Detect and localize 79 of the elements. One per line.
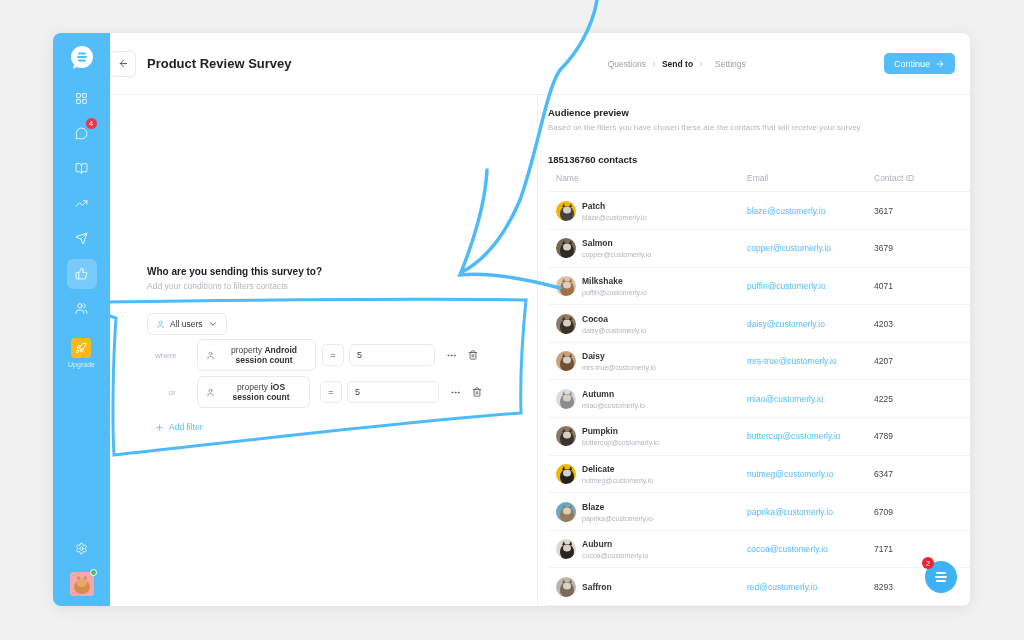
book-icon: [75, 162, 88, 175]
segment-dropdown[interactable]: All users: [147, 313, 227, 335]
contact-id: 7171: [874, 544, 894, 555]
arrow-right-icon: [935, 58, 945, 69]
contact-id: 3617: [874, 205, 894, 216]
contact-id: 4225: [874, 393, 894, 404]
email-link[interactable]: daisy@customerly.io: [747, 318, 874, 329]
contact-name: Pumpkin: [582, 426, 619, 437]
email-link[interactable]: buttercup@customerly.io: [747, 431, 874, 442]
sidebar-item[interactable]: 4: [66, 118, 97, 149]
contact-name: Autumn: [582, 388, 616, 399]
gear-icon: [75, 542, 88, 555]
contact-name: Patch: [582, 200, 607, 211]
value-field[interactable]: 5: [349, 344, 435, 366]
operator-selector[interactable]: =: [322, 344, 344, 366]
contact-name: Salmon: [582, 238, 614, 249]
contact-id: 6347: [874, 468, 894, 479]
online-status-dot: [89, 569, 97, 576]
column-header: Email: [747, 173, 770, 184]
breadcrumb-step[interactable]: Questions: [607, 58, 646, 69]
contact-id: 4789: [874, 431, 894, 442]
notification-badge: 4: [85, 117, 97, 129]
dashboard-icon: [75, 92, 88, 105]
contact-name: Milkshake: [582, 275, 624, 286]
email-link[interactable]: blaze@customerly.io: [747, 205, 874, 216]
contact-id: 4071: [874, 280, 894, 291]
plus-icon: [155, 422, 164, 432]
section-title: Who are you sending this survey to?: [147, 266, 324, 277]
connector-label: where: [154, 350, 178, 360]
add-filter-button[interactable]: Add filter: [155, 422, 203, 432]
breadcrumb-step[interactable]: Send to: [661, 58, 694, 69]
column-header: Contact ID: [874, 173, 916, 184]
contact-name: Daisy: [582, 351, 606, 362]
user-icon: [206, 387, 215, 397]
email-link[interactable]: mrs-true@customerly.io: [747, 356, 874, 367]
trend-icon: [75, 197, 88, 210]
contact-name: Auburn: [582, 539, 614, 550]
send-icon: [75, 232, 88, 245]
continue-button[interactable]: Continue: [883, 53, 955, 74]
preview-title: Audience preview: [548, 107, 630, 118]
contact-id: 3679: [874, 243, 894, 254]
contact-id: 4203: [874, 318, 894, 329]
email-link[interactable]: cocoa@customerly.io: [747, 544, 874, 555]
property-selector[interactable]: property Android session count: [197, 339, 316, 371]
contact-id: 4207: [874, 356, 894, 367]
email-link[interactable]: red@customerly.io: [747, 581, 874, 592]
contact-id: 6709: [874, 506, 894, 517]
email-link[interactable]: puffin@customerly.io: [747, 280, 874, 291]
breadcrumb-step[interactable]: Settings: [715, 58, 746, 69]
arrow-left-icon: [117, 58, 129, 69]
chat-lines-icon: [934, 571, 948, 583]
thumbs-up-icon: [75, 267, 88, 280]
sidebar-item[interactable]: [66, 258, 97, 289]
operator-selector[interactable]: =: [320, 381, 342, 403]
chevron-down-icon: [207, 319, 218, 329]
email-link[interactable]: paprika@customerly.io: [747, 506, 874, 517]
section-hint: Add your conditions to filters contacts: [147, 281, 289, 291]
email-link[interactable]: nutmeg@customerly.io: [747, 468, 874, 479]
contact-name: Blaze: [582, 501, 606, 512]
contact-name: Cocoa: [582, 313, 609, 324]
column-header: Name: [555, 173, 580, 184]
delete-icon[interactable]: [468, 350, 478, 360]
user-icon: [156, 319, 165, 329]
contact-name: Delicate: [582, 463, 616, 474]
email-link[interactable]: copper@customerly.io: [747, 243, 874, 254]
user-icon: [206, 350, 215, 360]
chat-icon: [75, 127, 88, 140]
contacts-count: 185136760 contacts: [548, 154, 639, 165]
rocket-icon: [71, 338, 92, 358]
contact-id: 8293: [874, 581, 894, 592]
survey-title: Product Review Survey: [147, 56, 292, 71]
email-link[interactable]: miao@customerly.io: [747, 393, 874, 404]
value-field[interactable]: 5: [347, 381, 439, 403]
logo-icon[interactable]: [69, 45, 94, 69]
users-icon: [75, 302, 88, 315]
delete-icon[interactable]: [472, 387, 482, 397]
property-selector[interactable]: property iOS session count: [197, 376, 310, 408]
contact-name: Saffron: [582, 581, 612, 592]
back-button[interactable]: [110, 50, 136, 77]
